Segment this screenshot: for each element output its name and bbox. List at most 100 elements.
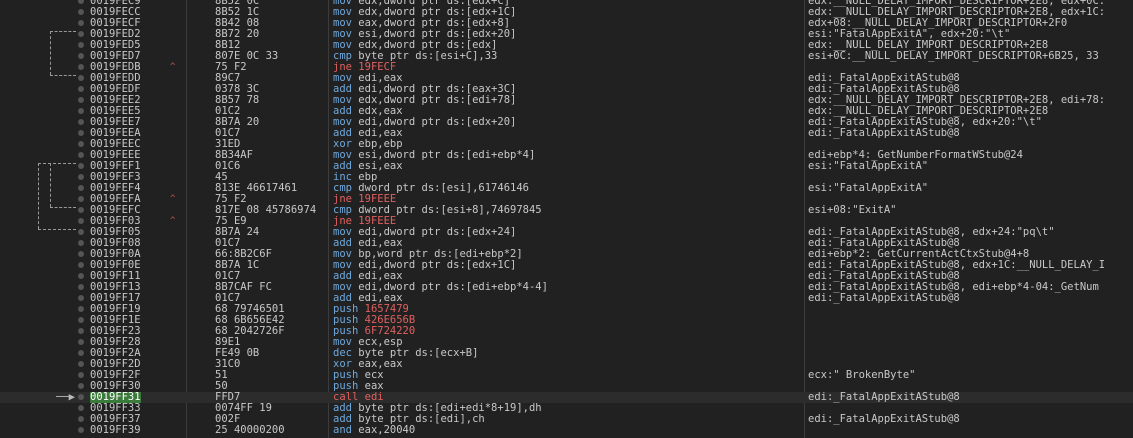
breakpoint-dot[interactable] [78,394,84,400]
disasm-row[interactable]: 0019FF0A 66:8B2C6F mov bp,word ptr ds:[edi… [0,249,1133,260]
disasm-row[interactable]: 0019FED7 807E 0C 33 cmp byte ptr ds:[esi+C… [0,51,1133,62]
disasm-row[interactable]: 0019FF33 0074FF 19 add byte ptr ds:[edi+ed… [0,403,1133,414]
breakpoint-dot[interactable] [78,119,84,125]
disasm-row[interactable]: 0019FF28 89E1 mov ecx,esp [0,337,1133,348]
row-address[interactable]: 0019FF33 [90,403,141,414]
breakpoint-dot[interactable] [78,163,84,169]
row-address[interactable]: 0019FED5 [90,40,141,51]
row-address[interactable]: 0019FF13 [90,282,141,293]
row-address[interactable]: 0019FF39 [90,425,141,436]
disasm-row[interactable]: 0019FEE7 8B7A 20 mov edi,dword ptr ds:[edx… [0,117,1133,128]
row-address[interactable]: 0019FEE7 [90,117,141,128]
breakpoint-dot[interactable] [78,416,84,422]
breakpoint-dot[interactable] [78,306,84,312]
disasm-row[interactable]: 0019FEF1 01C6 add esi,eax esi:"FatalAppExit… [0,161,1133,172]
disasm-row[interactable]: 0019FF08 01C7 add edi,eax edi:_FatalAppExit… [0,238,1133,249]
disasm-row[interactable]: ──▶ 0019FF31 FFD7 call edi edi:_FatalAppExit… [0,392,1133,403]
disasm-row[interactable]: 0019FEFC 817E 08 45786974 cmp dword ptr ds… [0,205,1133,216]
breakpoint-dot[interactable] [78,328,84,334]
disasm-row[interactable]: 0019FF2D 31C0 xor eax,eax [0,359,1133,370]
disasm-row[interactable]: 0019FEEE 8B34AF mov esi,dword ptr ds:[edi+… [0,150,1133,161]
breakpoint-dot[interactable] [78,31,84,37]
row-address[interactable]: 0019FF1E [90,315,141,326]
disasm-row[interactable]: 0019FF2F 51 push ecx ecx:" BrokenByte" [0,370,1133,381]
row-address[interactable]: 0019FEE5 [90,106,141,117]
row-address[interactable]: 0019FF19 [90,304,141,315]
breakpoint-dot[interactable] [78,339,84,345]
row-address[interactable]: 0019FEFA [90,194,141,205]
breakpoint-dot[interactable] [78,75,84,81]
disasm-row[interactable]: 0019FEDF 0378 3C add edi,dword ptr ds:[eax… [0,84,1133,95]
disasm-row[interactable]: ^ 0019FEDB 75 F2 jne 19FECF [0,62,1133,73]
row-address[interactable]: 0019FF0A [90,249,141,260]
disasm-row[interactable]: 0019FEF4 813E 46617461 cmp dword ptr ds:[e… [0,183,1133,194]
breakpoint-dot[interactable] [78,405,84,411]
disasm-row[interactable]: ^ 0019FEFA 75 F2 jne 19FEEE [0,194,1133,205]
row-address[interactable]: 0019FF0E [90,260,141,271]
row-address[interactable]: 0019FECC [90,7,141,18]
row-address[interactable]: 0019FF28 [90,337,141,348]
disasm-row[interactable]: 0019FF0E 8B7A 1C mov edi,dword ptr ds:[edx… [0,260,1133,271]
row-address[interactable]: 0019FF17 [90,293,141,304]
disasm-row[interactable]: 0019FECF 8B42 08 mov eax,dword ptr ds:[edx… [0,18,1133,29]
disasm-row[interactable]: 0019FED5 8B12 mov edx,dword ptr ds:[edx] ed… [0,40,1133,51]
row-address[interactable]: 0019FF03 [90,216,141,227]
row-address[interactable]: 0019FF23 [90,326,141,337]
disasm-row[interactable]: 0019FF39 25 40000200 and eax,20040 [0,425,1133,436]
breakpoint-dot[interactable] [78,9,84,15]
row-address[interactable]: 0019FEC9 [90,0,141,7]
breakpoint-dot[interactable] [78,273,84,279]
disasm-row[interactable]: 0019FEF3 45 inc ebp [0,172,1133,183]
disasm-row[interactable]: 0019FF23 68 2042726F push 6F724220 [0,326,1133,337]
breakpoint-dot[interactable] [78,86,84,92]
row-address[interactable]: 0019FF31 [90,392,141,403]
disasm-row[interactable]: 0019FEDD 89C7 mov edi,eax edi:_FatalAppExit… [0,73,1133,84]
breakpoint-dot[interactable] [78,262,84,268]
breakpoint-dot[interactable] [78,372,84,378]
disasm-row[interactable]: 0019FEEA 01C7 add edi,eax edi:_FatalAppExit… [0,128,1133,139]
breakpoint-dot[interactable] [78,383,84,389]
row-address[interactable]: 0019FF2D [90,359,141,370]
breakpoint-dot[interactable] [78,185,84,191]
row-address[interactable]: 0019FEF3 [90,172,141,183]
row-address[interactable]: 0019FEDD [90,73,141,84]
breakpoint-dot[interactable] [78,229,84,235]
breakpoint-dot[interactable] [78,361,84,367]
disasm-row[interactable]: 0019FF1E 68 6B656E42 push 426E656B [0,315,1133,326]
breakpoint-dot[interactable] [78,174,84,180]
breakpoint-dot[interactable] [78,284,84,290]
row-address[interactable]: 0019FEE2 [90,95,141,106]
row-address[interactable]: 0019FF30 [90,381,141,392]
row-address[interactable]: 0019FF2A [90,348,141,359]
breakpoint-dot[interactable] [78,130,84,136]
breakpoint-dot[interactable] [78,64,84,70]
disasm-row[interactable]: 0019FEE5 01C2 add edx,eax edx:__NULL_DELAY_… [0,106,1133,117]
disasm-row[interactable]: 0019FF37 002F add byte ptr ds:[edi],ch edi:… [0,414,1133,425]
breakpoint-dot[interactable] [78,0,84,4]
row-address[interactable]: 0019FEFC [90,205,141,216]
disasm-row[interactable]: 0019FF17 01C7 add edi,eax edi:_FatalAppExit… [0,293,1133,304]
row-address[interactable]: 0019FF2F [90,370,141,381]
row-address[interactable]: 0019FEEA [90,128,141,139]
breakpoint-dot[interactable] [78,42,84,48]
disasm-row[interactable]: 0019FF19 68 79746501 push 1657479 [0,304,1133,315]
disasm-row[interactable]: 0019FEE2 8B57 78 mov edx,dword ptr ds:[edi… [0,95,1133,106]
breakpoint-dot[interactable] [78,240,84,246]
disasm-row[interactable]: 0019FF11 01C7 add edi,eax edi:_FatalAppExit… [0,271,1133,282]
breakpoint-dot[interactable] [78,108,84,114]
breakpoint-dot[interactable] [78,251,84,257]
breakpoint-dot[interactable] [78,196,84,202]
row-address[interactable]: 0019FF05 [90,227,141,238]
row-address[interactable]: 0019FEDB [90,62,141,73]
disasm-row[interactable]: 0019FED2 8B72 20 mov esi,dword ptr ds:[edx… [0,29,1133,40]
row-address[interactable]: 0019FF11 [90,271,141,282]
breakpoint-dot[interactable] [78,97,84,103]
row-address[interactable]: 0019FEEC [90,139,141,150]
row-address[interactable]: 0019FEF4 [90,183,141,194]
disasm-row[interactable]: 0019FF05 8B7A 24 mov edi,dword ptr ds:[edx… [0,227,1133,238]
disasm-row[interactable]: 0019FF13 8B7CAF FC mov edi,dword ptr ds:[e… [0,282,1133,293]
row-address[interactable]: 0019FEEE [90,150,141,161]
row-address[interactable]: 0019FEDF [90,84,141,95]
disasm-row[interactable]: 0019FECC 8B52 1C mov edx,dword ptr ds:[edx… [0,7,1133,18]
disasm-row[interactable]: 0019FEEC 31ED xor ebp,ebp [0,139,1133,150]
